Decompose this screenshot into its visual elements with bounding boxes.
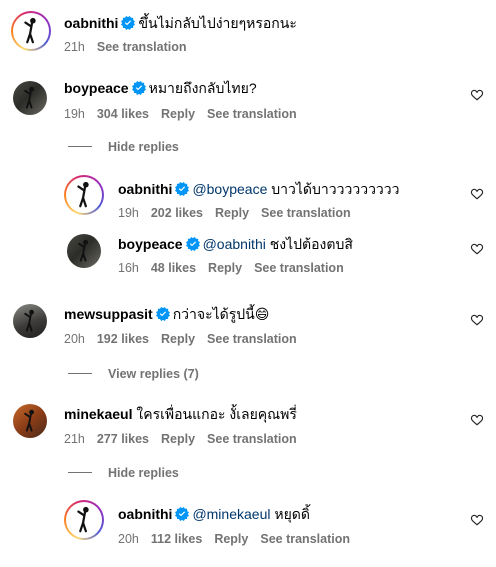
verified-badge-icon — [175, 182, 189, 196]
timestamp[interactable]: 16h — [118, 261, 139, 275]
like-heart-icon[interactable] — [470, 313, 484, 327]
divider-line — [68, 146, 92, 147]
likes-count[interactable]: 112 likes — [151, 532, 202, 546]
mention-link[interactable]: @oabnithi — [203, 236, 266, 252]
timestamp[interactable]: 19h — [64, 107, 85, 121]
avatar[interactable] — [11, 11, 51, 51]
see-translation-button[interactable]: See translation — [260, 532, 350, 546]
verified-badge-icon — [121, 16, 135, 30]
comment-meta: 20h 192 likes Reply See translation — [64, 331, 309, 347]
comment-meta: 21h See translation — [64, 39, 198, 55]
grin-emoji: 😄 — [254, 306, 270, 322]
username[interactable]: oabnithi — [118, 181, 172, 197]
verified-badge-icon — [156, 307, 170, 321]
like-heart-icon[interactable] — [470, 88, 484, 102]
verified-badge-icon — [132, 81, 146, 95]
likes-count[interactable]: 304 likes — [97, 107, 149, 121]
avatar-figure-icon — [21, 17, 41, 45]
timestamp[interactable]: 19h — [118, 206, 139, 220]
verified-badge-icon — [186, 237, 200, 251]
comment-text: หยุดดิ้ — [274, 506, 310, 522]
reply-button[interactable]: Reply — [161, 432, 195, 446]
comment-line: boypeace @oabnithi ชงไปต้องตบสิ — [118, 235, 353, 253]
username[interactable]: mewsuppasit — [64, 306, 153, 322]
like-heart-icon[interactable] — [470, 242, 484, 256]
see-translation-button[interactable]: See translation — [254, 261, 344, 275]
comment-text: กว่าจะได้รูปนี้ — [172, 306, 255, 322]
avatar-figure-icon — [74, 506, 94, 534]
hide-replies-label: Hide replies — [108, 140, 179, 154]
view-replies-label: View replies (7) — [108, 367, 199, 381]
likes-count[interactable]: 202 likes — [151, 206, 203, 220]
avatar[interactable] — [13, 81, 47, 115]
like-heart-icon[interactable] — [470, 413, 484, 427]
reply-button[interactable]: Reply — [214, 532, 248, 546]
comment-meta: 19h 304 likes Reply See translation — [64, 106, 309, 122]
avatar-figure-icon — [22, 309, 38, 333]
like-heart-icon[interactable] — [470, 187, 484, 201]
comment-text: ชงไปต้องตบสิ — [269, 236, 353, 252]
comment-text: หมายถึงกลับไทย? — [148, 80, 257, 96]
likes-count[interactable]: 48 likes — [151, 261, 196, 275]
avatar[interactable] — [64, 500, 104, 540]
avatar[interactable] — [13, 304, 47, 338]
comment-meta: 20h 112 likes Reply See translation — [118, 531, 362, 547]
avatar[interactable] — [13, 404, 47, 438]
username[interactable]: boypeace — [64, 80, 129, 96]
username[interactable]: oabnithi — [64, 15, 118, 31]
view-replies-button[interactable]: View replies (7) — [68, 367, 199, 381]
comment-line: oabnithi @minekaeul หยุดดิ้ — [118, 505, 310, 523]
avatar-figure-icon — [74, 181, 94, 209]
timestamp[interactable]: 21h — [64, 432, 85, 446]
comment-line: oabnithi ขึ้นไม่กลับไปง่ายๆหรอกนะ — [64, 14, 297, 32]
reply-button[interactable]: Reply — [161, 107, 195, 121]
mention-link[interactable]: @boypeace — [192, 181, 267, 197]
see-translation-button[interactable]: See translation — [97, 40, 187, 54]
comment-line: oabnithi @boypeace บาวได้บาววววววววว — [118, 180, 400, 198]
timestamp[interactable]: 21h — [64, 40, 85, 54]
avatar-figure-icon — [76, 239, 92, 263]
avatar-figure-icon — [22, 86, 38, 110]
hide-replies-button[interactable]: Hide replies — [68, 466, 179, 480]
comment-text: ใครเพื่อนแกอะ งั้เลยคุณพรี่ — [136, 406, 297, 422]
comment-line: mewsuppasit กว่าจะได้รูปนี้😄 — [64, 305, 269, 323]
username[interactable]: oabnithi — [118, 506, 172, 522]
see-translation-button[interactable]: See translation — [207, 432, 297, 446]
reply-button[interactable]: Reply — [208, 261, 242, 275]
timestamp[interactable]: 20h — [118, 532, 139, 546]
likes-count[interactable]: 277 likes — [97, 432, 149, 446]
see-translation-button[interactable]: See translation — [261, 206, 351, 220]
comment-meta: 21h 277 likes Reply See translation — [64, 431, 309, 447]
avatar[interactable] — [67, 234, 101, 268]
comment-meta: 19h 202 likes Reply See translation — [118, 205, 363, 221]
avatar[interactable] — [64, 175, 104, 215]
timestamp[interactable]: 20h — [64, 332, 85, 346]
divider-line — [68, 373, 92, 374]
username[interactable]: minekaeul — [64, 406, 132, 422]
verified-badge-icon — [175, 507, 189, 521]
divider-line — [68, 472, 92, 473]
mention-link[interactable]: @minekaeul — [192, 506, 270, 522]
hide-replies-button[interactable]: Hide replies — [68, 140, 179, 154]
comment-text: บาวได้บาววววววววว — [271, 181, 400, 197]
comment-text: ขึ้นไม่กลับไปง่ายๆหรอกนะ — [138, 15, 297, 31]
comment-line: minekaeul ใครเพื่อนแกอะ งั้เลยคุณพรี่ — [64, 405, 297, 423]
username[interactable]: boypeace — [118, 236, 183, 252]
comment-line: boypeace หมายถึงกลับไทย? — [64, 79, 257, 97]
like-heart-icon[interactable] — [470, 513, 484, 527]
hide-replies-label: Hide replies — [108, 466, 179, 480]
see-translation-button[interactable]: See translation — [207, 332, 297, 346]
likes-count[interactable]: 192 likes — [97, 332, 149, 346]
see-translation-button[interactable]: See translation — [207, 107, 297, 121]
avatar-figure-icon — [22, 409, 38, 433]
reply-button[interactable]: Reply — [215, 206, 249, 220]
reply-button[interactable]: Reply — [161, 332, 195, 346]
comment-meta: 16h 48 likes Reply See translation — [118, 260, 356, 276]
